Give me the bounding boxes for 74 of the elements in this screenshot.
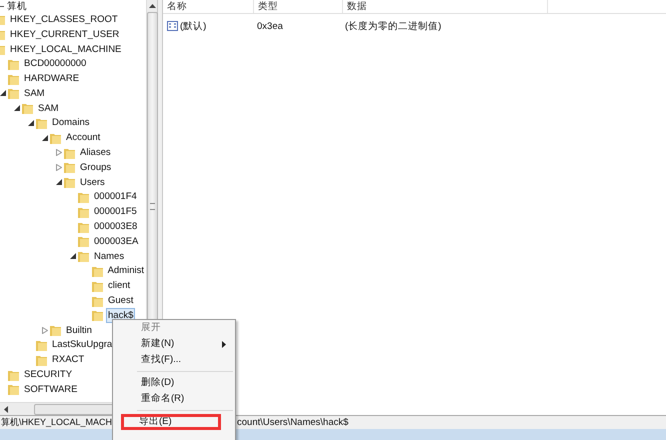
tree-item[interactable]: client <box>106 278 132 294</box>
menu-item[interactable]: 新建(N) <box>116 336 232 352</box>
tree-item[interactable]: 算机 <box>5 0 29 14</box>
folder-icon <box>50 132 61 144</box>
tree-item[interactable]: Groups <box>78 160 114 175</box>
expand-arrow-icon[interactable] <box>54 164 64 171</box>
folder-icon <box>36 354 47 366</box>
folder-icon <box>92 294 103 307</box>
tree-item[interactable]: SAM <box>22 86 47 101</box>
scroll-left-arrow-icon[interactable] <box>4 406 8 412</box>
folder-icon <box>78 250 89 262</box>
collapse-arrow-icon[interactable] <box>68 253 78 260</box>
folder-icon <box>8 368 19 381</box>
folder-icon <box>92 280 103 292</box>
folder-icon <box>8 87 19 100</box>
folder-icon <box>8 383 19 396</box>
column-header[interactable]: 数据 <box>343 0 548 13</box>
value-name: (默认) <box>180 20 206 32</box>
menu-item[interactable]: 删除(D) <box>116 375 232 391</box>
tree-item[interactable]: RXACT <box>50 352 86 368</box>
folder-icon <box>64 146 75 159</box>
tree-item[interactable]: Builtin <box>64 322 94 338</box>
column-header[interactable]: 类型 <box>254 0 343 13</box>
folder-icon <box>64 176 75 188</box>
tree-item[interactable]: Guest <box>106 293 136 308</box>
collapse-arrow-icon[interactable] <box>26 120 36 126</box>
tree-item[interactable]: 000001F5 <box>92 204 139 220</box>
folder-icon <box>78 206 89 218</box>
folder-icon <box>78 235 89 248</box>
value-data: (长度为零的二进制值) <box>344 20 442 32</box>
status-path: 算机\HKEY_LOCAL_MACH <box>0 416 113 429</box>
collapse-arrow-icon[interactable] <box>12 105 22 112</box>
binary-value-icon <box>167 21 178 31</box>
tree-item[interactable]: Users <box>78 174 107 190</box>
tree-item[interactable]: SOFTWARE <box>22 382 80 397</box>
tree-item[interactable]: 000003E8 <box>92 219 140 234</box>
status-path: count\Users\Names\hack$ <box>237 417 348 428</box>
tree-item[interactable]: Account <box>64 130 102 146</box>
folder-icon <box>92 309 103 322</box>
collapse-arrow-icon[interactable] <box>0 90 8 96</box>
tree-item[interactable]: HARDWARE <box>22 71 82 86</box>
folder-icon <box>36 338 47 351</box>
value-type: 0x3ea <box>256 20 284 32</box>
tree-item[interactable]: 000001F4 <box>92 189 139 204</box>
tree-item[interactable]: Names <box>92 248 126 264</box>
tree-item[interactable]: SECURITY <box>22 367 74 382</box>
folder-icon <box>50 324 61 336</box>
tree-item[interactable]: Administ <box>106 263 146 278</box>
folder-icon <box>78 190 89 203</box>
tree-item[interactable]: Domains <box>50 115 92 130</box>
tree-item[interactable]: SAM <box>36 100 61 116</box>
menu-item[interactable]: 重命名(R) <box>116 391 232 407</box>
submenu-arrow-icon <box>222 341 226 348</box>
tree-item[interactable]: BCD00000000 <box>22 56 88 72</box>
tree-item[interactable]: Aliases <box>78 145 113 160</box>
expand-arrow-icon[interactable] <box>40 326 50 334</box>
folder-icon <box>8 72 19 85</box>
scroll-up-arrow-icon[interactable] <box>148 4 156 8</box>
tree-item[interactable]: 000003EA <box>92 234 140 249</box>
folder-icon <box>22 102 33 114</box>
tree-item[interactable]: HKEY_CLASSES_ROOT <box>8 12 120 27</box>
folder-icon <box>92 264 103 277</box>
collapse-arrow-icon[interactable] <box>40 134 50 141</box>
tree-item[interactable]: LastSkuUpgra <box>50 337 114 352</box>
column-header[interactable]: 名称 <box>163 0 254 13</box>
collapse-arrow-icon[interactable] <box>54 179 64 186</box>
tree-item[interactable]: HKEY_LOCAL_MACHINE <box>8 42 124 56</box>
folder-icon <box>36 116 47 129</box>
folder-icon <box>8 58 19 70</box>
expand-arrow-icon[interactable] <box>54 149 64 156</box>
folder-icon <box>78 220 89 233</box>
menu-item[interactable]: 查找(F)... <box>116 352 232 368</box>
folder-icon <box>64 161 75 174</box>
tree-item[interactable]: HKEY_CURRENT_USER <box>8 26 122 42</box>
